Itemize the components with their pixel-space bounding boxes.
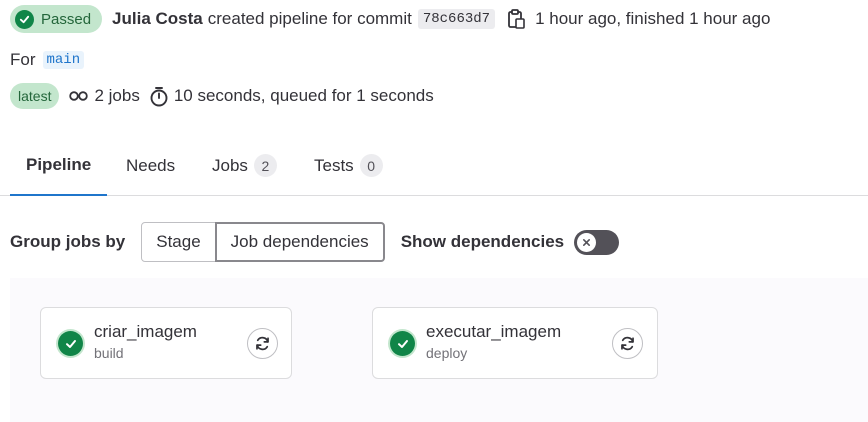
job-card[interactable]: criar_imagem build <box>40 307 292 379</box>
tab-tests[interactable]: Tests 0 <box>298 135 399 196</box>
tab-tests-label: Tests <box>314 155 354 175</box>
show-dependencies-toggle[interactable] <box>574 229 620 255</box>
tab-jobs-label: Jobs <box>212 155 248 175</box>
group-by-toggle: Stage Job dependencies <box>141 222 385 262</box>
job-name[interactable]: criar_imagem <box>94 322 197 342</box>
ref-row: For main <box>10 48 85 72</box>
pipeline-meta-row: latest 2 jobs 10 seconds, queued for 1 s… <box>10 82 434 110</box>
tab-needs[interactable]: Needs <box>110 135 191 196</box>
commit-sha-link[interactable]: 78c663d7 <box>417 9 496 29</box>
tab-needs-label: Needs <box>126 155 176 175</box>
show-dependencies-label: Show dependencies <box>400 232 565 251</box>
action-text: created pipeline for commit <box>207 9 412 28</box>
retry-icon <box>256 336 269 351</box>
job-dependencies-button[interactable]: Job dependencies <box>214 222 385 262</box>
branch-ref-link[interactable]: main <box>42 51 85 69</box>
job-status-passed-icon <box>390 331 415 356</box>
check-circle-icon <box>15 9 34 29</box>
job-name[interactable]: executar_imagem <box>426 322 561 342</box>
job-stage: deploy <box>426 345 468 361</box>
close-icon <box>583 238 591 246</box>
author-link[interactable]: Julia Costa <box>112 9 203 29</box>
status-badge-passed[interactable]: Passed <box>10 5 103 33</box>
copy-sha-button[interactable] <box>507 9 525 29</box>
pipeline-graph: criar_imagem build executar_imagem deplo… <box>10 278 868 422</box>
pipeline-time: 1 hour ago, finished 1 hour ago <box>535 9 771 28</box>
tab-jobs[interactable]: Jobs 2 <box>196 135 293 196</box>
retry-job-button[interactable] <box>247 328 278 359</box>
jobs-count-text: 2 jobs <box>94 86 140 105</box>
jobs-count: 2 jobs <box>69 86 140 106</box>
timer-icon <box>150 86 168 106</box>
pipeline-icon <box>69 91 89 101</box>
tab-pipeline[interactable]: Pipeline <box>10 135 108 196</box>
pipeline-header: Passed Julia Costa created pipeline for … <box>10 5 770 33</box>
job-card[interactable]: executar_imagem deploy <box>372 307 658 379</box>
tests-count-badge: 0 <box>359 154 383 177</box>
duration-text: 10 seconds, queued for 1 seconds <box>173 86 434 105</box>
jobs-count-badge: 2 <box>253 154 277 177</box>
stage-button[interactable]: Stage <box>141 222 216 262</box>
retry-job-button[interactable] <box>612 328 643 359</box>
pipeline-tabs: Pipeline Needs Jobs 2 Tests 0 <box>0 135 868 196</box>
for-label: For <box>10 50 36 69</box>
retry-icon <box>621 336 634 351</box>
clipboard-icon <box>508 9 525 29</box>
job-status-passed-icon <box>58 331 83 356</box>
group-jobs-label: Group jobs by <box>10 232 126 251</box>
latest-badge: latest <box>10 83 60 109</box>
status-label: Passed <box>41 10 92 28</box>
pipeline-duration: 10 seconds, queued for 1 seconds <box>149 86 434 107</box>
job-stage: build <box>94 345 124 361</box>
tab-pipeline-label: Pipeline <box>26 154 92 174</box>
toggle-knob <box>577 232 597 252</box>
graph-controls: Group jobs by Stage Job dependencies Sho… <box>10 222 620 262</box>
